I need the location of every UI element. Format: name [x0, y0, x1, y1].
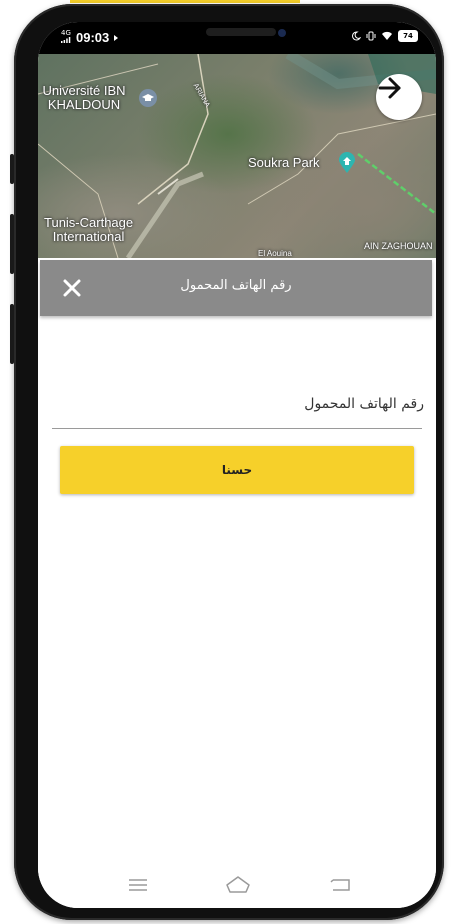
- map-label-el-aouina: El Aouina: [258, 249, 292, 258]
- front-camera: [278, 29, 286, 37]
- dialog-title: رقم الهاتف المحمول: [180, 278, 292, 293]
- battery-icon: 74: [398, 30, 418, 42]
- phone-screen: 4G 09:03 74 Université IBN KHALDOUN ARIA…: [38, 22, 436, 908]
- close-icon: [63, 279, 81, 297]
- navigate-arrow-button[interactable]: [376, 74, 422, 120]
- map-view[interactable]: Université IBN KHALDOUN ARIANA Soukra Pa…: [38, 54, 436, 258]
- phone-number-field[interactable]: [52, 384, 426, 429]
- menu-icon: [129, 879, 147, 891]
- side-button: [10, 154, 14, 184]
- system-nav-bar: [38, 864, 436, 908]
- close-button[interactable]: [58, 274, 86, 302]
- volume-down-button: [10, 304, 14, 364]
- school-pin-icon: [139, 89, 157, 107]
- park-pin-icon: [339, 152, 355, 173]
- ok-button[interactable]: حسنا: [60, 446, 414, 494]
- speaker-notch: [206, 28, 276, 36]
- map-label-soukra-park: Soukra Park: [248, 155, 320, 170]
- map-label-university: Université IBN KHALDOUN: [42, 83, 126, 112]
- signal-icon: [61, 37, 71, 43]
- map-label-ain-zaghouan: AIN ZAGHOUAN: [364, 241, 433, 251]
- nav-home-button[interactable]: [224, 874, 250, 896]
- wifi-icon: [382, 31, 392, 40]
- map-label-airport: Tunis-Carthage International: [44, 215, 134, 244]
- location-arrow-icon: [114, 34, 119, 41]
- vibrate-icon: [366, 31, 376, 41]
- phone-number-input[interactable]: [52, 384, 426, 424]
- nav-menu-button[interactable]: [126, 874, 152, 896]
- network-indicator: 4G: [60, 30, 72, 45]
- home-icon: [226, 876, 250, 893]
- dialog-header: رقم الهاتف المحمول: [40, 260, 432, 316]
- top-accent-bar: [70, 0, 300, 3]
- moon-icon: [352, 31, 361, 41]
- status-time: 09:03: [76, 30, 110, 45]
- back-icon: [330, 879, 350, 891]
- volume-up-button: [10, 214, 14, 274]
- nav-back-button[interactable]: [328, 874, 354, 896]
- status-bar: 4G 09:03 74: [38, 22, 436, 54]
- arrow-right-icon: [378, 77, 401, 99]
